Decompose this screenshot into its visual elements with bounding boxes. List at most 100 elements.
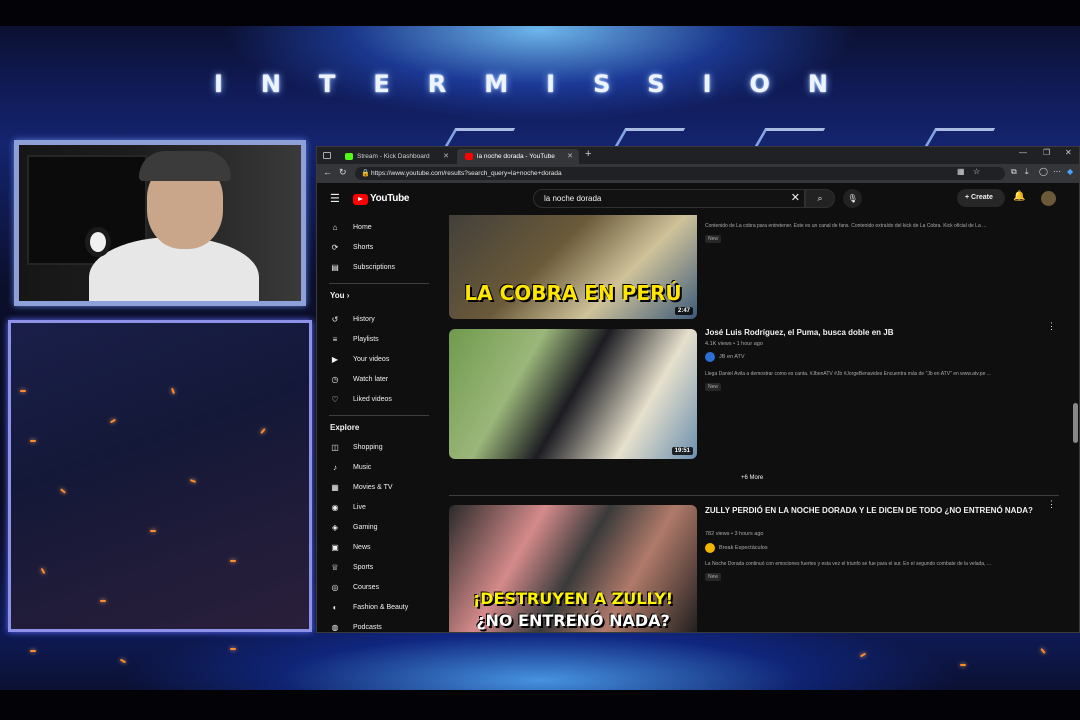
channel-link[interactable]: JB en ATV (705, 351, 745, 363)
close-tab-icon[interactable]: ✕ (443, 149, 449, 164)
minimize-icon[interactable]: — (1019, 148, 1027, 157)
sidebar-item-sports[interactable]: ♕ Sports (329, 559, 429, 577)
home-icon: ⌂ (332, 223, 338, 232)
sidebar-item-gaming[interactable]: ◈ Gaming (329, 519, 429, 537)
tab-youtube[interactable]: la noche dorada - YouTube ✕ (457, 149, 579, 164)
create-button[interactable]: + Create (957, 189, 1005, 207)
intermission-title: INTERMISSION (214, 70, 866, 98)
new-tab-icon[interactable]: + (585, 148, 591, 160)
url-text: https://www.youtube.com/results?search_q… (371, 170, 562, 177)
webcam-feed (14, 140, 306, 306)
video-title[interactable]: ZULLY PERDIÓ EN LA NOCHE DORADA Y LE DIC… (705, 505, 1045, 516)
maximize-icon[interactable]: ❐ (1043, 148, 1050, 157)
playlists-icon: ≡ (332, 335, 338, 344)
sidebar-item-subscriptions[interactable]: ▤ Subscriptions (329, 259, 429, 277)
sidebar-item-live[interactable]: ◉ Live (329, 499, 429, 517)
reader-icon[interactable]: ▦ (957, 167, 965, 176)
back-icon[interactable]: ← (323, 167, 332, 177)
letterbox-top (0, 0, 1080, 26)
new-badge: New (705, 235, 722, 243)
shorts-icon: ⟳ (331, 243, 339, 252)
notifications-bell-icon[interactable]: 🔔 (1013, 191, 1025, 202)
account-avatar[interactable] (1041, 191, 1056, 206)
thumbnail-caption: ¡DESTRUYEN A ZULLY! (472, 589, 674, 608)
address-bar: ← ↻ 🔒 https://www.youtube.com/results?se… (317, 164, 1079, 183)
copilot-icon[interactable]: ◆ (1067, 167, 1073, 176)
youtube-header: ☰ YouTube la noche dorada ✕ ⌕ 🎙 + Create… (317, 183, 1079, 215)
sidebar-item-fashion-beauty[interactable]: ◐ Fashion & Beauty (329, 599, 429, 617)
new-badge: New (705, 383, 722, 391)
more-actions-icon[interactable]: ⋮ (1047, 321, 1056, 332)
video-title[interactable]: José Luis Rodríguez, el Puma, busca dobl… (705, 327, 1045, 338)
menu-dots-icon[interactable]: ⋯ (1053, 167, 1061, 176)
tab-actions-icon[interactable] (323, 152, 331, 159)
video-description: Llega Daniel Ávila a demostrar como es c… (705, 371, 991, 377)
video-description: La Noche Dorada continuó con emociones f… (705, 561, 992, 567)
video-description: Contenido de La cobra para entretener. E… (705, 223, 987, 229)
sidebar-section-you[interactable]: You › (330, 291, 349, 300)
ember-particles (0, 330, 320, 630)
sidebar-item-your-videos[interactable]: ▶ Your videos (329, 351, 429, 369)
microphone-icon: 🎙 (847, 194, 858, 203)
sidebar-item-courses[interactable]: ◎ Courses (329, 579, 429, 597)
youtube-favicon-icon (465, 153, 473, 160)
close-tab-icon[interactable]: ✕ (567, 149, 573, 164)
downloads-icon[interactable]: ⤓ (1025, 167, 1029, 177)
voice-search-button[interactable]: 🎙 (843, 189, 862, 208)
browser-window: Stream - Kick Dashboard ✕ la noche dorad… (316, 146, 1080, 633)
sidebar-item-podcasts[interactable]: ◍ Podcasts (329, 619, 429, 632)
search-button[interactable]: ⌕ (805, 189, 835, 208)
live-icon: ◉ (331, 503, 339, 512)
sidebar-item-news[interactable]: ▣ News (329, 539, 429, 557)
sidebar-item-shorts[interactable]: ⟳ Shorts (329, 239, 429, 257)
sidebar-item-history[interactable]: ↺ History (329, 311, 429, 329)
video-thumbnail[interactable]: ¡DESTRUYEN A ZULLY! ¿NO ENTRENÓ NADA? (449, 505, 697, 632)
search-query-text: la noche dorada (544, 194, 602, 203)
refresh-icon[interactable]: ↻ (339, 167, 347, 178)
sidebar-item-playlists[interactable]: ≡ Playlists (329, 331, 429, 349)
video-thumbnail[interactable]: LA COBRA EN PERÚ 2:47 (449, 215, 697, 319)
channel-name: JB en ATV (719, 354, 745, 360)
more-results-link[interactable]: +6 More (741, 475, 763, 481)
podcasts-icon: ◍ (331, 623, 339, 632)
video-thumbnail[interactable]: 19:51 (449, 329, 697, 459)
streamer-cap (139, 151, 231, 181)
thumbnail-caption: LA COBRA EN PERÚ (464, 281, 682, 305)
tab-kick-dashboard[interactable]: Stream - Kick Dashboard ✕ (337, 149, 455, 164)
video-duration: 19:51 (671, 447, 693, 455)
profile-icon[interactable]: ◯ (1039, 167, 1048, 176)
sidebar-item-shopping[interactable]: ◫ Shopping (329, 439, 429, 457)
clear-search-icon[interactable]: ✕ (791, 190, 800, 207)
extensions-icon[interactable]: ⧉ (1011, 167, 1017, 177)
sidebar-item-liked-videos[interactable]: ♡ Liked videos (329, 391, 429, 409)
page-scrollbar[interactable] (1073, 403, 1078, 443)
movies-icon: ▦ (331, 483, 339, 492)
shopping-icon: ◫ (331, 443, 339, 452)
youtube-wordmark: YouTube (370, 193, 410, 204)
hamburger-menu-icon[interactable]: ☰ (330, 192, 340, 205)
thumbnail-caption: ¿NO ENTRENÓ NADA? (476, 611, 670, 630)
youtube-logo[interactable]: YouTube (353, 192, 410, 206)
more-actions-icon[interactable]: ⋮ (1047, 499, 1056, 510)
liked-videos-icon: ♡ (331, 395, 339, 404)
search-input[interactable]: la noche dorada ✕ (533, 189, 805, 208)
video-meta: 782 views • 3 hours ago (705, 531, 764, 537)
fashion-icon: ◐ (332, 603, 338, 612)
bottom-ember-particles (0, 630, 1080, 690)
sidebar-item-home[interactable]: ⌂ Home (329, 219, 429, 237)
sidebar-item-movies-tv[interactable]: ▦ Movies & TV (329, 479, 429, 497)
close-window-icon[interactable]: ✕ (1065, 148, 1072, 157)
results-divider (449, 495, 1059, 496)
youtube-sidebar: ⌂ Home ⟳ Shorts ▤ Subscriptions You › ↺ Hist… (317, 215, 437, 632)
channel-link[interactable]: Break Espectáculos (705, 542, 768, 554)
tab-label: Stream - Kick Dashboard (357, 153, 430, 160)
sidebar-item-music[interactable]: ♪ Music (329, 459, 429, 477)
channel-avatar (705, 543, 715, 553)
sidebar-item-watch-later[interactable]: ◷ Watch later (329, 371, 429, 389)
favorite-icon[interactable]: ☆ (973, 167, 980, 176)
music-icon: ♪ (333, 463, 337, 472)
decorative-chevrons (330, 128, 1070, 148)
url-field[interactable]: 🔒 https://www.youtube.com/results?search… (355, 167, 1005, 180)
sidebar-section-explore: Explore (330, 423, 360, 432)
subscriptions-icon: ▤ (331, 263, 339, 272)
